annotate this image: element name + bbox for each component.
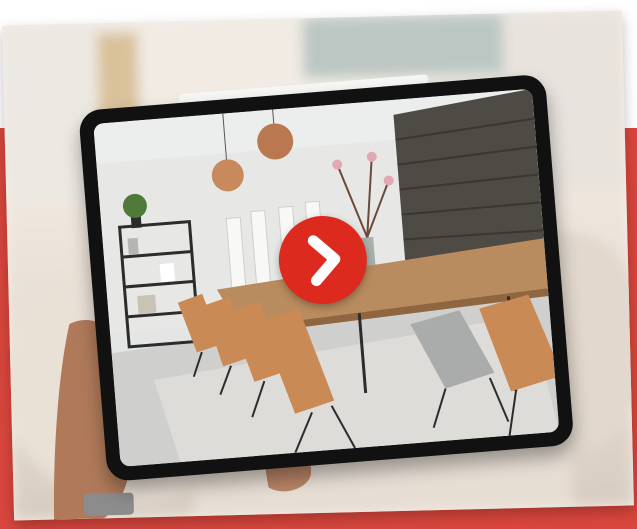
- tablet-device: [78, 73, 575, 482]
- watch-band: [83, 492, 134, 516]
- play-button[interactable]: [275, 212, 371, 308]
- chevron-right-icon: [307, 235, 341, 287]
- image-stage: [0, 0, 637, 529]
- tablet-screen: [93, 88, 560, 467]
- photo-card: [2, 10, 634, 521]
